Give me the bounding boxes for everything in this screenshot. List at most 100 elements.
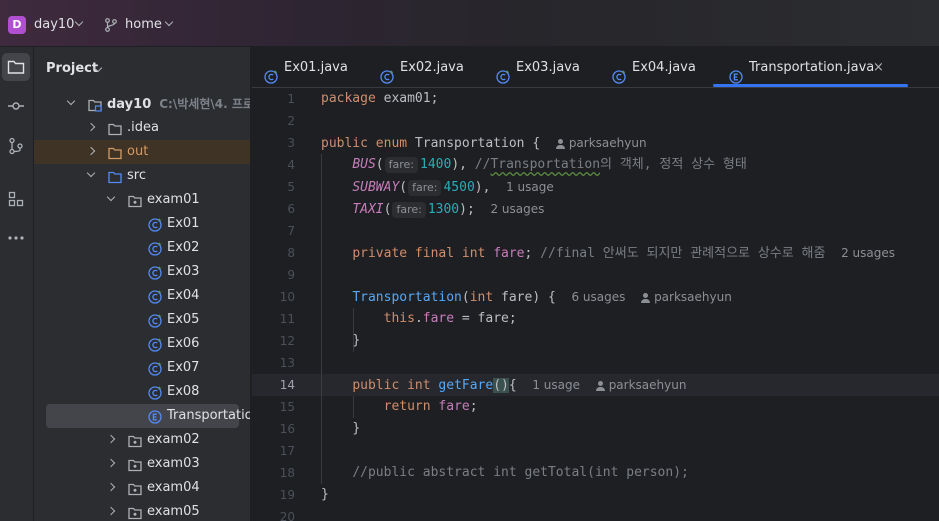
keyword: private final int [352, 246, 486, 261]
git-branch-icon[interactable] [104, 18, 118, 32]
line-number: 11 [279, 312, 295, 326]
project-panel-title[interactable]: Project [46, 61, 98, 76]
line-number: 12 [279, 334, 295, 348]
comment: //public abstract int getTotal(int perso… [352, 465, 689, 480]
tree-item-exam04[interactable]: exam04 [34, 476, 250, 500]
tree-item-ex08[interactable]: Ex08 [34, 380, 250, 404]
git-branches-icon [9, 137, 23, 155]
commit-tool-button[interactable] [2, 92, 30, 120]
close-icon[interactable]: × [873, 47, 884, 89]
chevron-right-icon[interactable] [106, 482, 116, 492]
project-panel: Project day10C:\박세현\4. 프로그.ideaoutsrc exa… [34, 47, 251, 521]
tree-item-exam05[interactable]: exam05 [34, 500, 250, 521]
tree-item-ex03[interactable]: Ex03 [34, 260, 250, 284]
chevron-down-icon[interactable] [164, 17, 174, 27]
line-number: 18 [279, 466, 295, 480]
chevron-right-icon[interactable] [86, 122, 96, 132]
line-number: 19 [279, 488, 295, 502]
code-editor[interactable]: 1 2 3 4 5 6 7 8 9 10 11 12 13 14 15 16 17 18 19 20 package … [252, 88, 939, 521]
project-name[interactable]: day10 [34, 17, 74, 32]
chevron-down-icon[interactable] [86, 168, 96, 178]
class-icon [148, 361, 162, 376]
tree-item-ex06[interactable]: Ex06 [34, 332, 250, 356]
line-number: 15 [279, 400, 295, 414]
class-icon [148, 241, 162, 256]
package-icon [128, 433, 142, 448]
chevron-down-icon[interactable] [66, 96, 76, 106]
tree-item-exam01[interactable]: exam01 [34, 188, 250, 212]
tree-item-label: day10C:\박세현\4. 프로그 [107, 92, 250, 117]
tab-label: Ex04.java [632, 60, 696, 75]
tree-item-ex07[interactable]: Ex07 [34, 356, 250, 380]
line-number: 3 [287, 136, 295, 150]
enum-icon [729, 60, 743, 84]
code-text: exam01; [375, 91, 439, 106]
tree-item-exam02[interactable]: exam02 [34, 428, 250, 452]
package-icon [128, 481, 142, 496]
chevron-right-icon[interactable] [106, 506, 116, 516]
field-name: fare [438, 399, 470, 414]
tree-item-out[interactable]: out [34, 140, 250, 164]
line-number: 1 [287, 92, 295, 106]
tree-item-ex01[interactable]: Ex01 [34, 212, 250, 236]
keyword: int [469, 290, 494, 305]
tree-item-label: exam04 [147, 480, 200, 495]
number-literal: 1400 [420, 157, 452, 172]
tree-item-ex04[interactable]: Ex04 [34, 284, 250, 308]
enum-icon [148, 409, 162, 424]
field-name: fare [422, 311, 455, 326]
code-line: //public abstract int getTotal(int perso… [321, 462, 895, 484]
project-tool-button[interactable] [2, 53, 30, 81]
chevron-right-icon[interactable] [106, 434, 116, 444]
line-number: 10 [279, 290, 295, 304]
usage-hint[interactable]: 2 usages [841, 246, 895, 260]
class-icon [148, 265, 162, 280]
line-number: 14 [279, 378, 295, 392]
chevron-right-icon[interactable] [86, 146, 96, 156]
code-text: = fare; [454, 311, 517, 326]
folder-icon [7, 60, 25, 74]
excluded-folder-icon [108, 145, 122, 160]
code-line: SUBWAY(fare: 4500), 1 usage [352, 180, 554, 196]
enum-constant: TAXI [352, 202, 384, 217]
tree-item-label: Ex06 [167, 336, 200, 351]
project-badge[interactable]: D [8, 16, 26, 34]
chevron-right-icon[interactable] [106, 458, 116, 468]
tree-item-label: Transportation [167, 408, 250, 423]
code-line: } [321, 484, 895, 506]
git-tool-button[interactable] [2, 132, 30, 160]
usage-hint[interactable]: 2 usages [490, 202, 544, 216]
tree-item-src[interactable]: src [34, 164, 250, 188]
field-name: fare [493, 246, 525, 261]
tree-item-day10[interactable]: day10C:\박세현\4. 프로그 [34, 92, 250, 117]
tree-item-transportation[interactable]: Transportation [46, 404, 250, 428]
chevron-down-icon[interactable] [106, 192, 116, 202]
usage-hint[interactable]: 1 usage [532, 378, 580, 392]
author-hint[interactable]: parksaehyun [555, 136, 647, 150]
more-tools-button[interactable] [2, 224, 30, 252]
tree-item-label: exam01 [147, 192, 200, 207]
structure-tool-button[interactable] [2, 185, 30, 213]
tree-item-idea[interactable]: .idea [34, 116, 250, 140]
tab-label: Transportation.java [749, 60, 875, 75]
chevron-down-icon[interactable] [74, 17, 84, 27]
tab-label: Ex03.java [516, 60, 580, 75]
usage-hint[interactable]: 1 usage [506, 180, 554, 194]
code-line: package exam01; [321, 88, 895, 110]
author-hint[interactable]: parksaehyun [595, 378, 686, 392]
branch-name[interactable]: home [125, 17, 162, 32]
usage-hint[interactable]: 6 usages [571, 290, 625, 304]
tree-item-ex02[interactable]: Ex02 [34, 236, 250, 260]
author-hint[interactable]: parksaehyun [641, 290, 732, 304]
tree-item-ex05[interactable]: Ex05 [34, 308, 250, 332]
number-literal: 4500 [443, 180, 475, 195]
keyword: this [383, 311, 415, 326]
tab-label: Ex01.java [284, 60, 348, 75]
tab-transportation[interactable]: Transportation.java × [713, 47, 908, 89]
tree-item-exam03[interactable]: exam03 [34, 452, 250, 476]
keyword: public int [352, 378, 431, 393]
person-icon [641, 293, 651, 303]
